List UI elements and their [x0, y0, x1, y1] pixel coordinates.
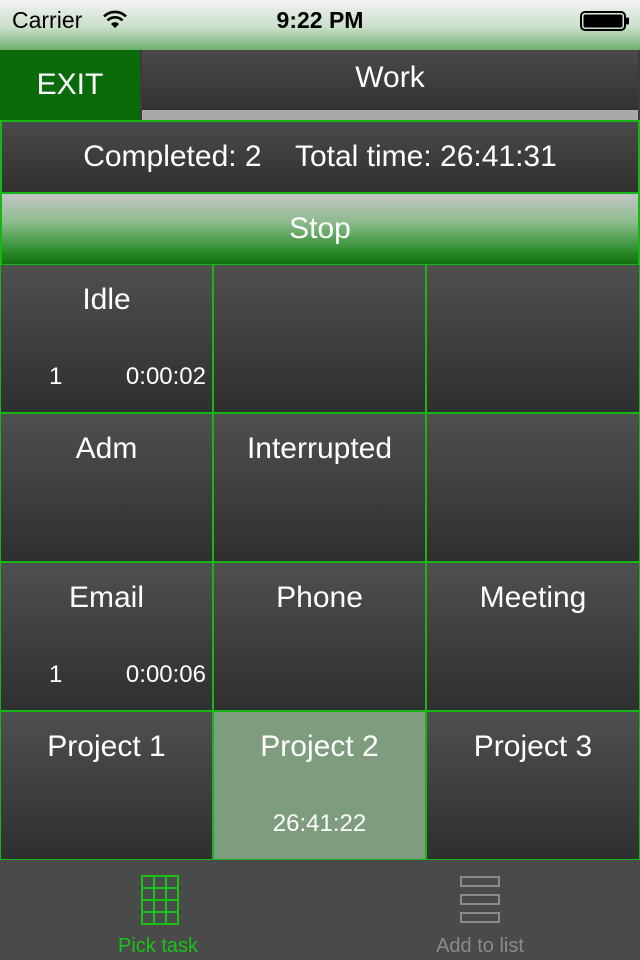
task-name: Phone — [276, 581, 363, 614]
task-tile[interactable]: Project 1 — [0, 711, 213, 860]
tab-pick-task[interactable]: Pick task — [0, 860, 320, 960]
task-name: Project 1 — [47, 730, 166, 763]
task-tile[interactable]: Interrupted — [213, 413, 426, 562]
task-tile[interactable]: Project 3 — [426, 711, 640, 860]
task-name: Idle — [82, 283, 131, 316]
stop-button[interactable]: Stop — [0, 192, 640, 266]
status-time: 9:22 PM — [276, 7, 364, 33]
task-time: 26:41:22 — [272, 810, 367, 837]
task-tile[interactable]: Adm — [0, 413, 213, 562]
task-tile[interactable] — [213, 264, 426, 413]
title-underline — [142, 110, 638, 120]
task-time: 0:00:06 — [125, 661, 206, 688]
task-name: Project 2 — [260, 730, 379, 763]
task-tile[interactable]: Meeting — [426, 562, 640, 711]
status-bar: Carrier 9:22 PM — [0, 0, 640, 50]
task-tile[interactable]: Phone — [213, 562, 426, 711]
task-grid: Idle 1 0:00:02 Adm Interrupted Email 1 0… — [0, 264, 640, 860]
task-name: Adm — [75, 432, 138, 465]
task-tile-active[interactable]: Project 2 26:41:22 — [213, 711, 426, 860]
task-name: Meeting — [479, 581, 587, 614]
battery-icon — [580, 11, 629, 31]
task-tile[interactable]: Email 1 0:00:06 — [0, 562, 213, 711]
tab-add-to-list-label: Add to list — [436, 935, 524, 957]
task-name: Project 3 — [473, 730, 593, 763]
task-tile[interactable] — [426, 264, 640, 413]
task-tile[interactable]: Idle 1 0:00:02 — [0, 264, 213, 413]
list-icon — [460, 876, 500, 923]
summary-bar: Completed: 2 Total time: 26:41:31 — [0, 120, 640, 194]
total-time: Total time: 26:41:31 — [294, 140, 557, 173]
tab-add-to-list[interactable]: Add to list — [320, 860, 640, 960]
page-title: Work — [142, 50, 638, 110]
task-tile[interactable] — [426, 413, 640, 562]
task-name: Interrupted — [246, 432, 393, 465]
task-count: 1 — [49, 363, 63, 390]
tab-pick-task-label: Pick task — [117, 935, 199, 957]
task-time: 0:00:02 — [125, 363, 206, 390]
tab-bar: Pick task Add to list — [0, 860, 640, 960]
task-count: 1 — [49, 661, 63, 688]
task-name: Email — [68, 581, 144, 614]
grid-icon — [141, 875, 179, 925]
completed-count: Completed: 2 — [83, 140, 262, 173]
exit-button[interactable]: EXIT — [0, 50, 140, 120]
